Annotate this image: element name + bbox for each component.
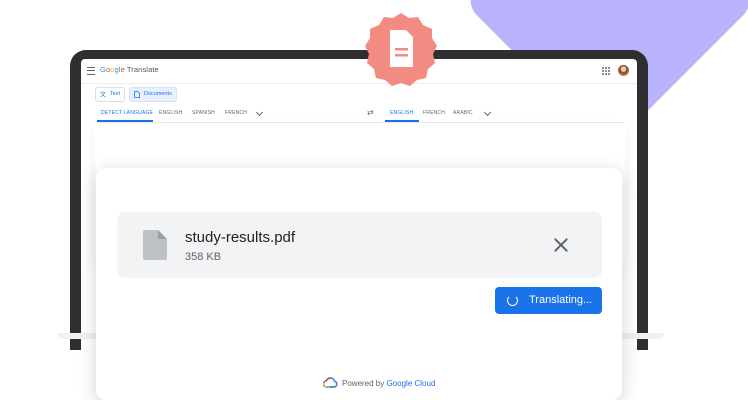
translating-button[interactable]: Translating... xyxy=(495,287,602,314)
app-header: Google Translate xyxy=(81,59,637,84)
source-lang-english[interactable]: ENGLISH xyxy=(159,110,182,116)
apps-grid-icon[interactable] xyxy=(602,67,610,75)
target-lang-english[interactable]: ENGLISH xyxy=(390,110,413,116)
document-upload-card: study-results.pdf 358 KB Translating... … xyxy=(96,168,622,400)
translating-button-label: Translating... xyxy=(529,294,593,306)
chevron-down-icon[interactable] xyxy=(255,108,264,117)
tab-text-label: Text xyxy=(110,91,121,97)
tab-text[interactable]: 文 Text xyxy=(95,87,126,102)
logo-google: Google xyxy=(100,65,125,74)
source-lang-spanish[interactable]: SPANISH xyxy=(192,110,215,116)
spinner-icon xyxy=(507,295,518,306)
file-item: study-results.pdf 358 KB xyxy=(117,212,602,278)
document-badge-icon xyxy=(365,13,437,86)
document-icon xyxy=(134,91,140,98)
close-icon[interactable] xyxy=(554,238,568,252)
google-translate-logo: Google Translate xyxy=(100,65,159,74)
file-name: study-results.pdf xyxy=(185,229,296,246)
swap-languages-icon[interactable]: ⇄ xyxy=(367,108,374,117)
tab-documents[interactable]: Documents xyxy=(129,87,177,102)
google-cloud-icon xyxy=(323,377,338,388)
file-icon xyxy=(143,230,167,260)
source-lang-detect[interactable]: DETECT LANGUAGE xyxy=(101,110,153,116)
source-active-indicator xyxy=(97,120,153,122)
target-lang-french[interactable]: FRENCH xyxy=(423,110,445,116)
file-size: 358 KB xyxy=(185,251,222,263)
avatar[interactable] xyxy=(618,65,629,76)
chevron-down-icon[interactable] xyxy=(483,108,492,117)
google-cloud-link[interactable]: Google Cloud xyxy=(386,379,435,388)
language-bar: DETECT LANGUAGE ENGLISH SPANISH FRENCH ⇄… xyxy=(95,106,625,123)
tab-documents-label: Documents xyxy=(144,91,172,97)
target-active-indicator xyxy=(385,120,419,122)
source-lang-french[interactable]: FRENCH xyxy=(225,110,247,116)
menu-icon[interactable] xyxy=(87,67,95,75)
logo-product: Translate xyxy=(126,65,159,74)
svg-text:文: 文 xyxy=(100,91,106,98)
target-lang-arabic[interactable]: ARABIC xyxy=(453,110,473,116)
powered-by-text: Powered by xyxy=(342,379,385,388)
translate-icon: 文 xyxy=(100,91,106,98)
